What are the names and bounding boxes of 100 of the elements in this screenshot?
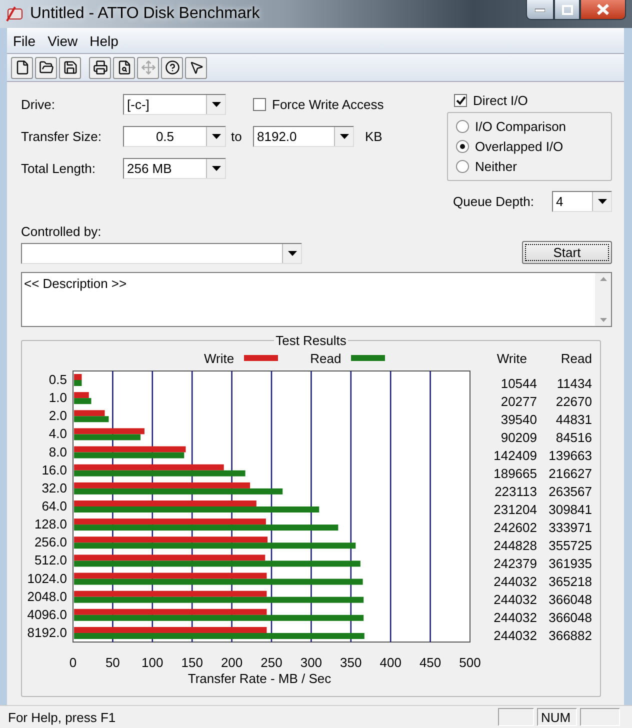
to-label: to — [230, 128, 243, 144]
page-magnifier-icon — [116, 60, 132, 75]
table-cell-text: 22670 — [554, 394, 592, 408]
size-label: 1.0 — [48, 390, 67, 406]
caret-icon — [288, 251, 296, 256]
table-cell-text: 11434 — [556, 376, 592, 390]
size-label: 1024.0 — [27, 570, 67, 586]
legend-label: Read — [310, 350, 342, 366]
help-button[interactable] — [161, 56, 183, 78]
table-cell-text: 84516 — [554, 430, 592, 444]
maximize-button[interactable] — [554, 0, 580, 20]
open-button[interactable] — [35, 56, 57, 78]
status-indicator: NUM — [537, 708, 577, 726]
caret-icon — [212, 166, 220, 170]
table-cell-text: 189665 — [492, 466, 537, 480]
minimize-icon — [535, 8, 545, 12]
menu-item[interactable]: View — [42, 33, 84, 49]
menu-item[interactable]: Help — [84, 33, 124, 49]
table-cell-text: 361935 — [548, 556, 592, 570]
checkbox-label[interactable]: Direct I/O — [473, 93, 528, 108]
tick-label: 400 — [380, 655, 402, 670]
size-label: 512.0 — [34, 552, 67, 568]
radio-button[interactable] — [456, 160, 469, 173]
radio-label[interactable]: Overlapped I/O — [475, 139, 564, 154]
table-cell-text: 366048 — [548, 610, 592, 624]
size-label: 4.0 — [48, 426, 67, 442]
drive-label: Drive: — [21, 96, 56, 112]
help-icon — [164, 60, 180, 75]
table-cell-text: 242602 — [492, 520, 537, 534]
window-title: Untitled - ATTO Disk Benchmark — [30, 5, 261, 23]
table-cell-text: 263567 — [548, 484, 592, 498]
transfer-size-from-select[interactable]: 0.5 — [123, 126, 226, 146]
column-header: Read — [560, 350, 592, 366]
transfer-size-to-select[interactable]: 8192.0 — [253, 126, 354, 146]
caret-icon — [598, 199, 606, 204]
table-cell-text: 244032 — [492, 574, 537, 588]
drive-select[interactable]: [-c-] — [123, 94, 226, 114]
table-cell-text: 20277 — [500, 394, 537, 408]
table-cell-text: 366048 — [548, 592, 592, 606]
table-cell-text: 366882 — [548, 628, 592, 642]
four-way-arrow-icon — [140, 60, 156, 75]
close-button[interactable] — [580, 0, 626, 20]
size-label: 4096.0 — [27, 606, 67, 622]
tick-label: 450 — [419, 655, 442, 670]
tick-label: 200 — [220, 655, 243, 670]
controlled-by-label: Controlled by: — [21, 224, 102, 239]
write-bar — [74, 392, 89, 398]
close-icon — [597, 4, 609, 15]
start-button[interactable]: Start — [522, 241, 612, 264]
checkmark-icon — [456, 96, 466, 105]
controlled-by-select[interactable] — [21, 243, 302, 264]
minimize-button[interactable] — [526, 0, 554, 20]
print-button[interactable] — [89, 56, 111, 78]
radio-label[interactable]: I/O Comparison — [475, 119, 566, 134]
menu-item[interactable]: File — [7, 33, 42, 49]
context-help-button[interactable] — [185, 56, 207, 78]
printer-icon — [92, 60, 108, 75]
column-header: Write — [496, 350, 528, 366]
size-label: 8192.0 — [27, 624, 67, 640]
tick-label: 50 — [105, 655, 120, 670]
checkbox-label[interactable]: Force Write Access — [272, 96, 384, 112]
read-bar — [74, 380, 82, 386]
table-cell-text: 139663 — [548, 448, 592, 462]
radio-label[interactable]: Neither — [475, 159, 517, 174]
size-label: 16.0 — [42, 462, 67, 478]
panel-title: Test Results — [274, 333, 348, 348]
write-bar — [74, 428, 144, 434]
print-preview-button[interactable] — [113, 56, 135, 78]
table-cell-text: 216627 — [548, 466, 592, 480]
folder-icon — [38, 60, 54, 75]
file-icon — [14, 60, 30, 75]
queue-depth-select[interactable]: 4 — [552, 191, 612, 212]
radio-button[interactable] — [456, 120, 469, 133]
checkbox[interactable] — [253, 98, 266, 110]
table-cell-text: 355725 — [548, 538, 592, 552]
size-label: 8.0 — [48, 444, 67, 460]
size-label: 128.0 — [34, 516, 67, 532]
table-cell-text: 244032 — [492, 628, 537, 642]
checkbox[interactable] — [454, 94, 467, 107]
new-file-button[interactable] — [11, 56, 33, 78]
queue-depth-label: Queue Depth: — [453, 194, 534, 209]
status-panel — [498, 708, 534, 726]
table-cell-text: 39540 — [500, 412, 537, 426]
table-cell-text: 10544 — [500, 376, 537, 390]
status-text: For Help, press F1 — [8, 710, 117, 724]
size-label: 2048.0 — [27, 588, 67, 604]
tick-label: 0 — [69, 655, 77, 670]
axis-title: Transfer Rate - MB / Sec — [188, 671, 332, 686]
read-bar — [74, 398, 92, 404]
total-length-select[interactable]: 256 MB — [123, 158, 226, 178]
table-cell-text: 309841 — [548, 502, 592, 516]
caret-icon — [212, 134, 220, 138]
caret-icon — [340, 134, 348, 138]
table-cell-text: 44831 — [554, 412, 592, 426]
save-button[interactable] — [59, 56, 81, 78]
radio-button[interactable] — [456, 140, 469, 153]
read-bar — [74, 416, 109, 422]
description-field[interactable]: << Description >> — [21, 272, 612, 327]
size-label: 0.5 — [48, 372, 67, 387]
scrollbar[interactable] — [595, 273, 611, 326]
